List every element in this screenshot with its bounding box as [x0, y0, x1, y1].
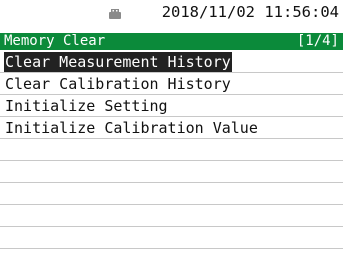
usb-icon [108, 4, 122, 19]
page-title: Memory Clear [4, 33, 106, 49]
menu-item-empty [0, 161, 343, 183]
menu-item-label: Initialize Setting [5, 97, 168, 115]
menu-item-initialize-setting[interactable]: Initialize Setting [0, 95, 343, 117]
menu-item-clear-calibration-history[interactable]: Clear Calibration History [0, 73, 343, 95]
menu-item-empty [0, 205, 343, 227]
page-indicator: [1/4] [296, 33, 339, 49]
menu-list: Clear Measurement History Clear Calibrat… [0, 51, 343, 249]
menu-item-label: Initialize Calibration Value [5, 119, 258, 137]
device-screen: 2018/11/02 11:56:04 Memory Clear [1/4] C… [0, 0, 343, 255]
menu-item-empty [0, 227, 343, 249]
menu-item-empty [0, 183, 343, 205]
title-bar: Memory Clear [1/4] [0, 33, 343, 50]
menu-item-label: Clear Measurement History [4, 52, 232, 72]
menu-item-label: Clear Calibration History [5, 75, 231, 93]
menu-item-clear-measurement-history[interactable]: Clear Measurement History [0, 51, 343, 73]
menu-item-initialize-calibration-value[interactable]: Initialize Calibration Value [0, 117, 343, 139]
menu-item-empty [0, 139, 343, 161]
status-bar: 2018/11/02 11:56:04 [0, 0, 343, 32]
datetime: 2018/11/02 11:56:04 [161, 3, 339, 21]
